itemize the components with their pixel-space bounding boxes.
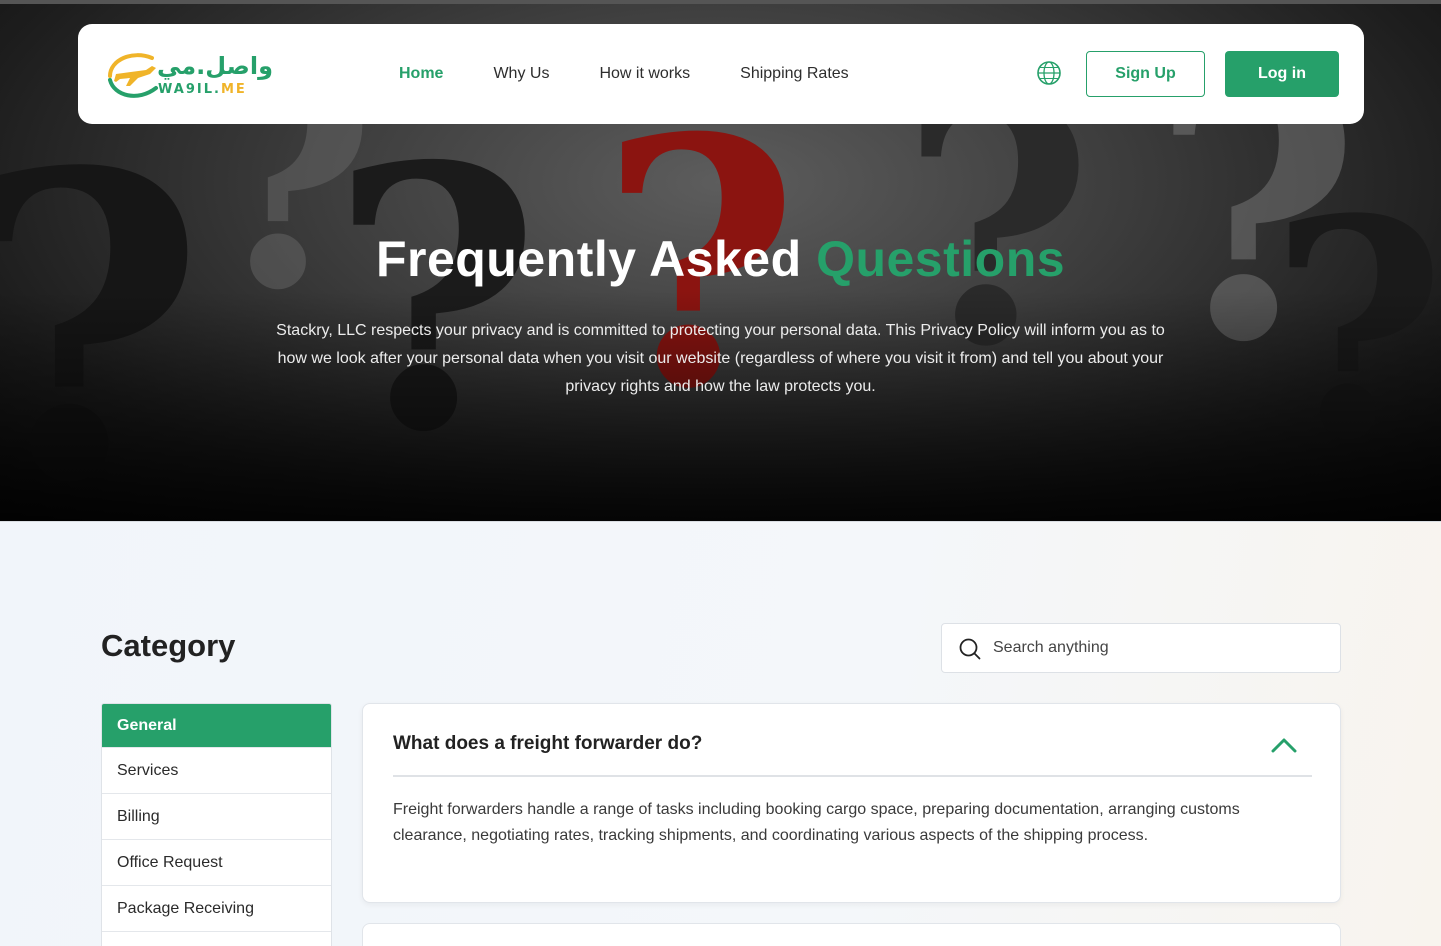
faq-item: What does a freight forwarder do? Freigh… <box>362 703 1341 903</box>
logo-me: ME <box>220 82 247 97</box>
faq-divider <box>393 775 1312 777</box>
page-title: Frequently Asked Questions <box>0 230 1441 288</box>
faq-item-next[interactable] <box>362 923 1341 946</box>
search-box[interactable] <box>941 623 1341 673</box>
category-heading: Category <box>101 628 236 663</box>
brand-logo[interactable]: واصل.مي WA9IL.ME <box>102 46 273 104</box>
search-icon <box>959 638 981 660</box>
nav-links: Home Why Us How it works Shipping Rates <box>399 24 899 124</box>
search-input[interactable] <box>993 632 1323 664</box>
category-item-services[interactable]: Services <box>102 748 331 794</box>
faq-answer: Freight forwarders handle a range of tas… <box>393 801 1240 844</box>
category-item-billing[interactable]: Billing <box>102 794 331 840</box>
category-item-more[interactable] <box>102 932 331 946</box>
logo-arabic-text: واصل.مي <box>157 52 274 80</box>
faq-question[interactable]: What does a freight forwarder do? <box>393 733 702 755</box>
logo-latin-text: WA9IL.ME <box>158 82 247 97</box>
nav-shipping-rates[interactable]: Shipping Rates <box>740 65 849 83</box>
nav-home[interactable]: Home <box>399 65 443 83</box>
globe-icon[interactable] <box>1036 60 1062 86</box>
title-accent: Questions <box>816 231 1066 287</box>
hero-section: ? ? ? ? ? ? ? واصل.مي WA9IL.ME Home Why … <box>0 0 1441 521</box>
logo-dot: . <box>213 82 221 97</box>
hero-description: Stackry, LLC respects your privacy and i… <box>276 322 1165 395</box>
category-item-office-request[interactable]: Office Request <box>102 840 331 886</box>
category-item-general[interactable]: General <box>102 704 331 748</box>
log-in-button[interactable]: Log in <box>1225 51 1339 97</box>
airplane-icon <box>108 53 158 98</box>
chevron-up-icon[interactable] <box>1271 737 1297 753</box>
category-list: General Services Billing Office Request … <box>101 703 332 946</box>
faq-content-section: Category General Services Billing Office… <box>0 521 1441 946</box>
category-item-package-receiving[interactable]: Package Receiving <box>102 886 331 932</box>
title-white: Frequently Asked <box>375 231 802 287</box>
logo-wa9il: WA9IL <box>158 82 214 97</box>
nav-how-it-works[interactable]: How it works <box>599 65 690 83</box>
nav-why-us[interactable]: Why Us <box>493 65 549 83</box>
top-navbar: واصل.مي WA9IL.ME Home Why Us How it work… <box>78 24 1364 124</box>
sign-up-button[interactable]: Sign Up <box>1086 51 1205 97</box>
